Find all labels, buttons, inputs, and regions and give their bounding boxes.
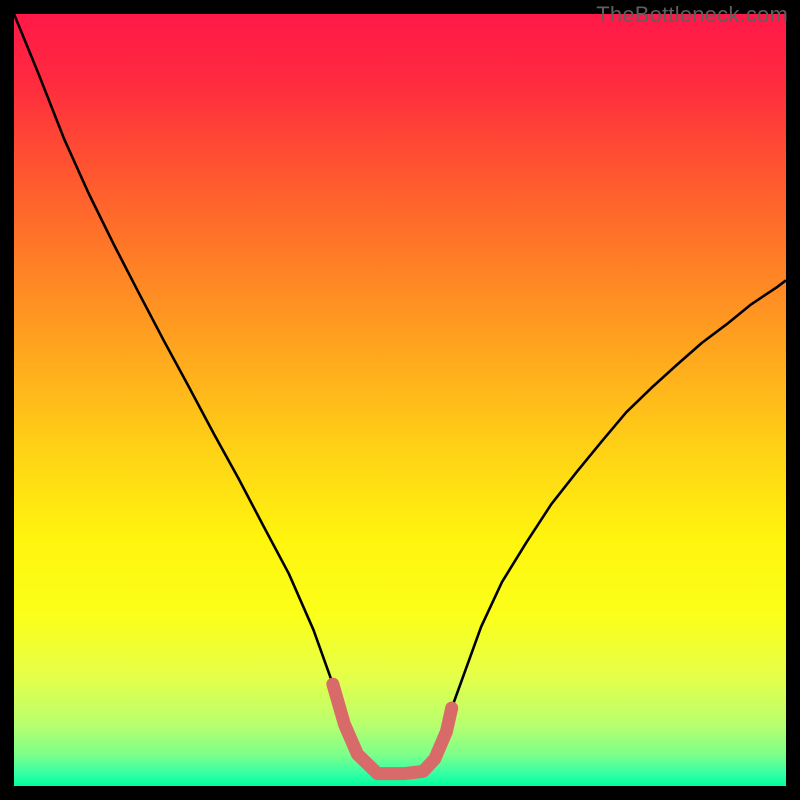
chart-svg <box>14 14 786 786</box>
gradient-bg <box>14 14 786 786</box>
chart-frame: TheBottleneck.com <box>0 0 800 800</box>
watermark-text: TheBottleneck.com <box>596 2 788 28</box>
plot-area <box>14 14 786 786</box>
